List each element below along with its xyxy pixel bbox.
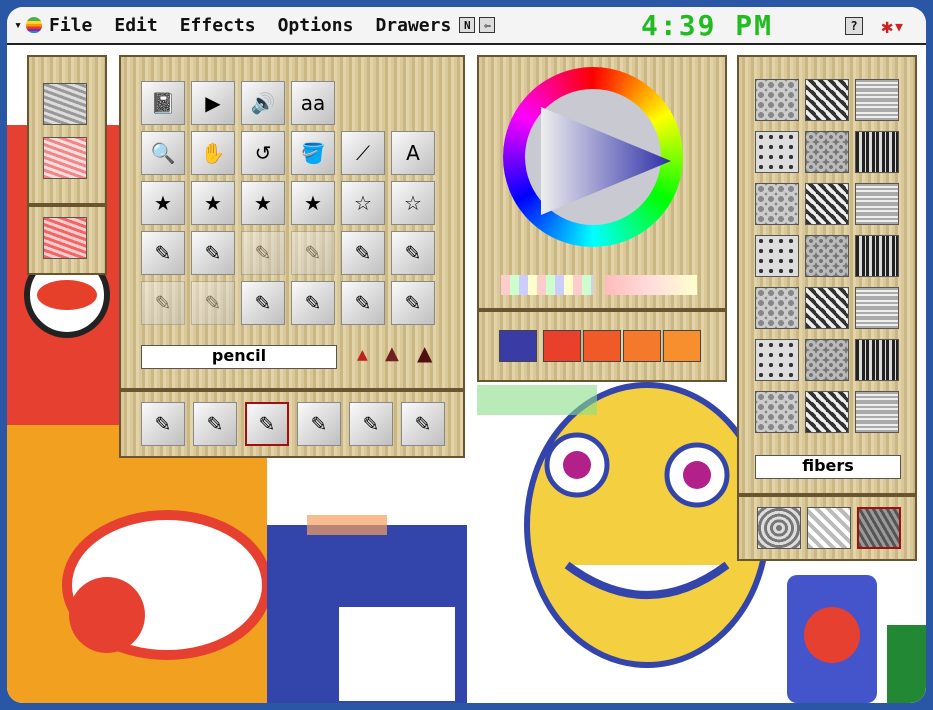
star-stamp-1[interactable]: ★	[141, 181, 185, 225]
spray-can-icon[interactable]: ✎	[401, 402, 445, 446]
back-arrow-icon[interactable]: ⇦	[479, 17, 496, 33]
nib-icon[interactable]: ✎	[341, 281, 385, 325]
tool-name-label: pencil	[141, 345, 337, 369]
recent-color-swatch[interactable]	[543, 330, 581, 362]
texture-swatch[interactable]	[855, 79, 899, 121]
notebook-icon[interactable]: 📓	[141, 81, 185, 125]
water-drop-icon[interactable]: ✎	[297, 402, 341, 446]
menu-bar: ▾ File Edit Effects Options Drawers N ⇦ …	[7, 7, 926, 45]
texture-swatch[interactable]	[807, 507, 851, 549]
apple-menu[interactable]: ▾	[7, 17, 49, 33]
texture-swatch[interactable]	[805, 391, 849, 433]
text-icon[interactable]: aa	[291, 81, 335, 125]
star-stamp-6[interactable]: ☆	[391, 181, 435, 225]
paint-brush-icon[interactable]: ✎	[141, 402, 185, 446]
texture-name-label: fibers	[755, 455, 901, 479]
textures-drawer: fibers	[737, 55, 917, 495]
color-tray	[477, 310, 727, 382]
triangle-icon: ▾	[14, 17, 22, 33]
star-stamp-2[interactable]: ★	[191, 181, 235, 225]
texture-swatch[interactable]	[805, 131, 849, 173]
crayon-icon[interactable]: ✎	[141, 281, 185, 325]
recent-color-swatch[interactable]	[663, 330, 701, 362]
recent-color-swatch[interactable]	[583, 330, 621, 362]
chalk-icon[interactable]: ✎	[191, 281, 235, 325]
current-color[interactable]	[499, 330, 537, 362]
mini-drawer	[27, 55, 107, 205]
texture-swatch[interactable]	[805, 79, 849, 121]
star-stamp-3[interactable]: ★	[241, 181, 285, 225]
drip-icon[interactable]: ✎	[241, 231, 285, 275]
texture-swatch[interactable]	[755, 183, 799, 225]
marker-icon[interactable]: ✎	[141, 231, 185, 275]
tools-drawer: 📓 ▶ 🔊 aa 🔍 ✋ ↺ 🪣 ⟋ A ★ ★ ★ ★ ☆ ☆ ✎ ✎ ✎ ✎ ✎ ✎ ✎ ✎ ✎ ✎ ✎ ✎ pencil ▲ ▲…	[119, 55, 465, 390]
texture-swatch[interactable]	[805, 183, 849, 225]
texture-swatch[interactable]	[755, 339, 799, 381]
menu-options[interactable]: Options	[278, 15, 354, 36]
textures-tray	[737, 495, 917, 561]
drawing-canvas[interactable]: 📓 ▶ 🔊 aa 🔍 ✋ ↺ 🪣 ⟋ A ★ ★ ★ ★ ☆ ☆ ✎ ✎ ✎ ✎ ✎ ✎ ✎ ✎ ✎ ✎ ✎ ✎ pencil ▲ ▲…	[7, 45, 926, 703]
texture-swatch[interactable]	[855, 339, 899, 381]
texture-swatch[interactable]	[755, 287, 799, 329]
speaker-icon[interactable]: 🔊	[241, 81, 285, 125]
brush-2-icon[interactable]: ✎	[241, 281, 285, 325]
size-medium-icon[interactable]: ▲	[385, 343, 399, 364]
eyedropper-icon[interactable]: ⟋	[341, 131, 385, 175]
screen: ▾ File Edit Effects Options Drawers N ⇦ …	[7, 7, 926, 703]
texture-swatch[interactable]	[755, 131, 799, 173]
undo-icon[interactable]: ↺	[241, 131, 285, 175]
hand-icon[interactable]: ✋	[191, 131, 235, 175]
crayon-icon[interactable]: ✎	[349, 402, 393, 446]
menu-edit[interactable]: Edit	[114, 15, 157, 36]
texture-swatch-selected[interactable]	[857, 507, 901, 549]
play-icon[interactable]: ▶	[191, 81, 235, 125]
texture-swatch[interactable]	[855, 235, 899, 277]
stamp-icon[interactable]: A	[391, 131, 435, 175]
pencil-icon[interactable]: ✎	[245, 402, 289, 446]
texture-swatch[interactable]	[855, 287, 899, 329]
paint-bucket-icon[interactable]: 🪣	[291, 131, 335, 175]
texture-swatch[interactable]	[855, 391, 899, 433]
color-drawer	[477, 55, 727, 310]
texture-swatch[interactable]	[43, 83, 87, 125]
pen-icon[interactable]: ✎	[291, 281, 335, 325]
note-icon[interactable]: N	[459, 17, 476, 33]
texture-swatch[interactable]	[855, 131, 899, 173]
size-large-icon[interactable]: ▲	[417, 341, 432, 365]
magnifier-icon[interactable]: 🔍	[141, 131, 185, 175]
star-stamp-5[interactable]: ☆	[341, 181, 385, 225]
palette-strip[interactable]	[605, 275, 697, 295]
texture-swatch[interactable]	[805, 235, 849, 277]
clock: 4:39 PM	[641, 9, 774, 42]
texture-swatch[interactable]	[755, 79, 799, 121]
splat-menu-icon[interactable]: ✱▾	[881, 15, 905, 37]
color-triangle[interactable]	[535, 101, 675, 221]
recent-color-swatch[interactable]	[623, 330, 661, 362]
glitter-icon[interactable]: ✎	[191, 231, 235, 275]
help-icon[interactable]: ?	[845, 17, 863, 35]
size-small-icon[interactable]: ▲	[357, 347, 368, 363]
apple-icon	[25, 17, 42, 33]
star-stamp-4[interactable]: ★	[291, 181, 335, 225]
palette-strip[interactable]	[501, 275, 593, 295]
tools-tray: ✎ ✎ ✎ ✎ ✎ ✎	[119, 390, 465, 458]
texture-swatch[interactable]	[855, 183, 899, 225]
menu-file[interactable]: File	[49, 15, 92, 36]
texture-swatch[interactable]	[805, 287, 849, 329]
brush-3-icon[interactable]: ✎	[391, 281, 435, 325]
texture-swatch[interactable]	[43, 217, 87, 259]
texture-swatch[interactable]	[755, 391, 799, 433]
tube-icon[interactable]: ✎	[291, 231, 335, 275]
ink-bottle-icon[interactable]: ✎	[391, 231, 435, 275]
mini-drawer-handle[interactable]	[27, 205, 107, 275]
green-pencil-icon[interactable]: ✎	[193, 402, 237, 446]
texture-swatch[interactable]	[757, 507, 801, 549]
texture-swatch[interactable]	[755, 235, 799, 277]
texture-swatch[interactable]	[805, 339, 849, 381]
brush-icon[interactable]: ✎	[341, 231, 385, 275]
menu-effects[interactable]: Effects	[180, 15, 256, 36]
texture-swatch[interactable]	[43, 137, 87, 179]
menu-drawers[interactable]: Drawers	[375, 15, 451, 36]
